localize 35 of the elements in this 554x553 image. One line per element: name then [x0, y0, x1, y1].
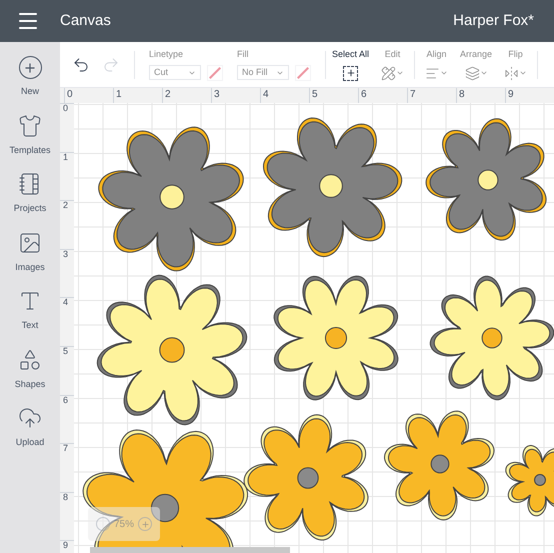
zoom-level: 75%: [114, 518, 134, 532]
pencil-ruler-icon: [381, 66, 396, 81]
layers-icon: [464, 66, 480, 81]
sidebar-item[interactable]: Shapes: [1, 348, 59, 391]
shapes-icon: [18, 348, 42, 372]
sidebar-item[interactable]: Projects: [1, 172, 59, 216]
flower-shape[interactable]: [430, 276, 554, 400]
horizontal-scrollbar[interactable]: [90, 547, 290, 553]
flower-shape[interactable]: [263, 118, 402, 258]
align-icon: [425, 66, 440, 81]
flower-shape[interactable]: [426, 118, 547, 241]
flower-shape[interactable]: [244, 414, 368, 540]
flip-icon: [504, 66, 520, 81]
cloud-upload-icon: [18, 406, 42, 430]
select-all-icon: [343, 66, 358, 81]
flower-shape[interactable]: [274, 276, 398, 400]
sidebar-item[interactable]: Images: [1, 230, 59, 274]
linetype-label: Linetype: [149, 48, 184, 62]
toolbar-button[interactable]: Select All: [326, 48, 376, 81]
no-color-swatch[interactable]: [207, 64, 223, 81]
flower-shape[interactable]: [96, 274, 248, 426]
no-color-swatch[interactable]: [295, 64, 311, 81]
sidebar-item[interactable]: Text: [1, 289, 59, 332]
page-title: Canvas: [60, 10, 111, 31]
flower-shape[interactable]: [384, 410, 494, 520]
image-icon: [18, 230, 42, 254]
sidebar-item[interactable]: New: [1, 56, 59, 98]
shirt-icon: [18, 114, 42, 138]
fill-label: Fill: [237, 48, 250, 62]
sidebar-item[interactable]: Templates: [1, 114, 59, 157]
flower-shape[interactable]: [505, 445, 554, 516]
sidebar-item[interactable]: Upload: [1, 406, 59, 450]
undo-icon[interactable]: [72, 56, 90, 74]
project-name[interactable]: Harper Fox*: [453, 10, 534, 32]
flower-shape[interactable]: [98, 126, 244, 272]
